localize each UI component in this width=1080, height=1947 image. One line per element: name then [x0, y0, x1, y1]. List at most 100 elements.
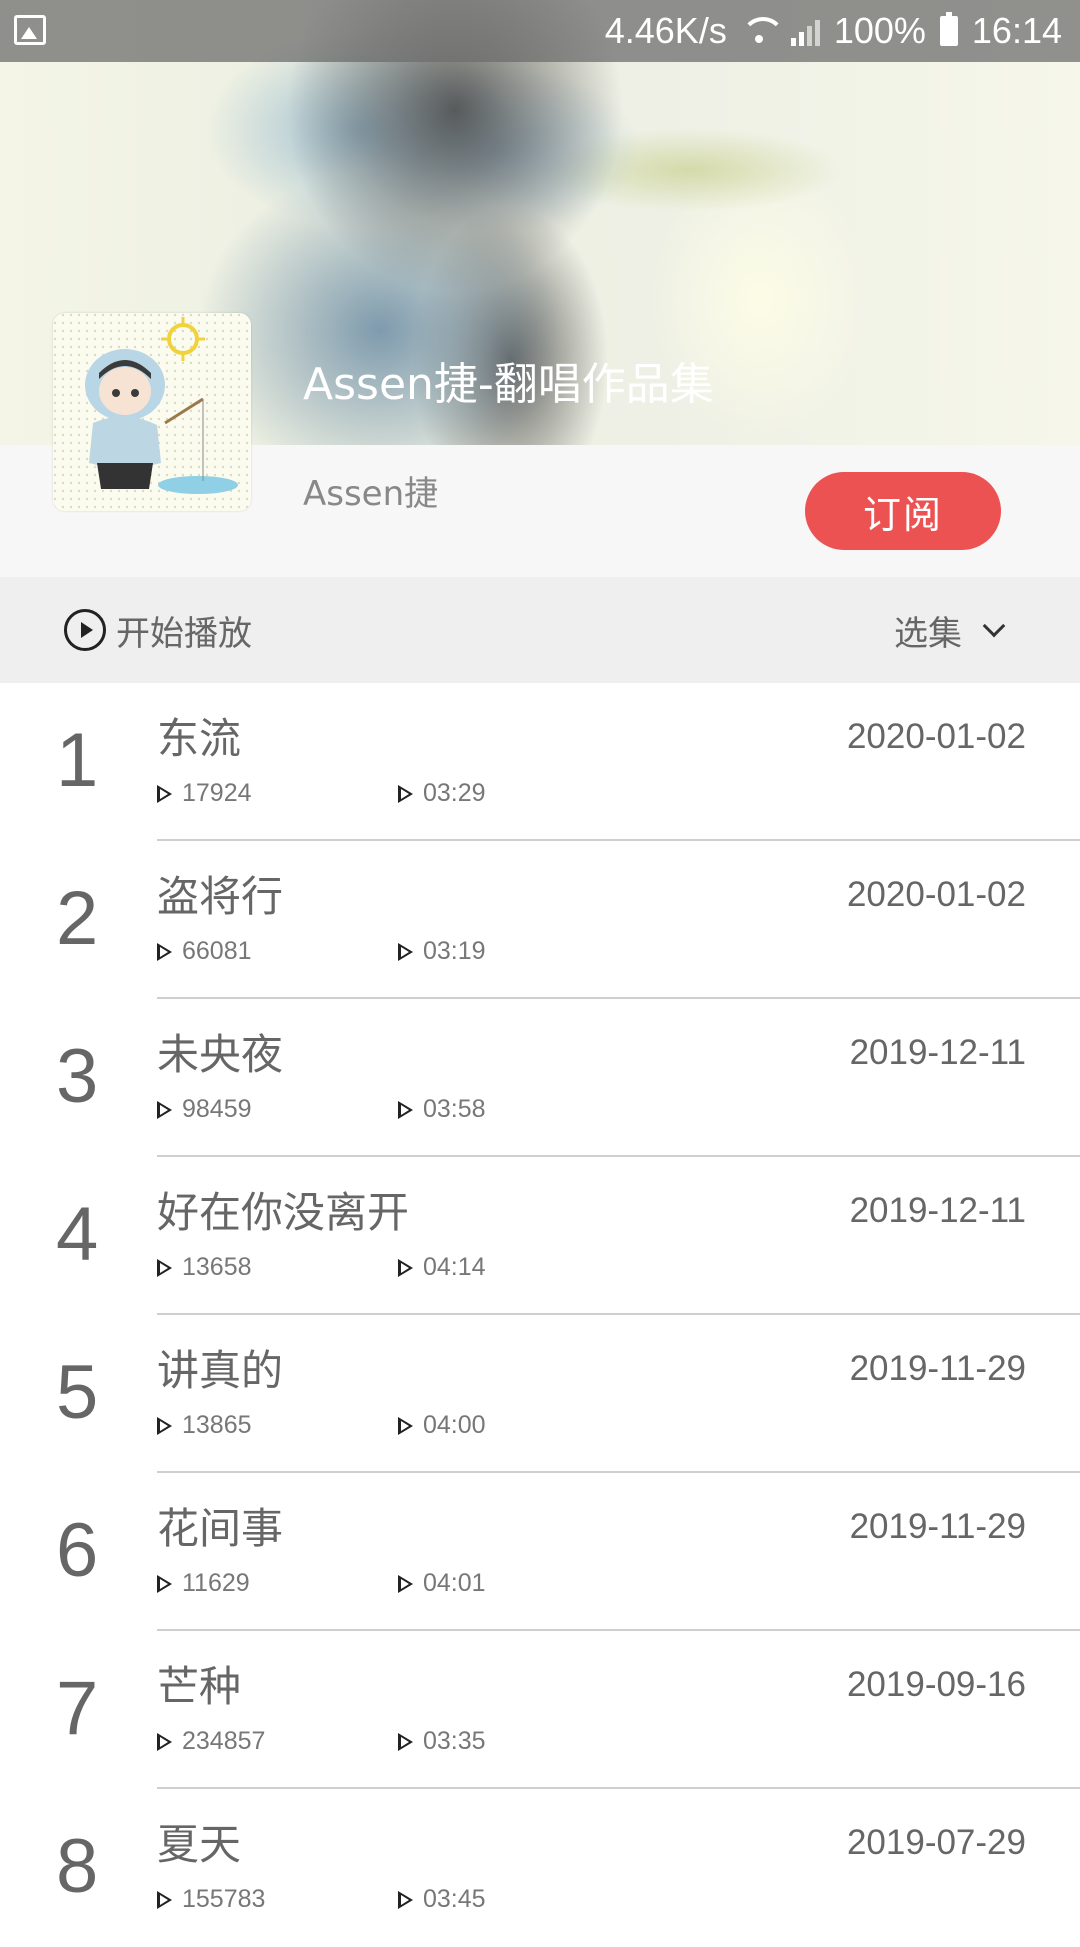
track-plays: 17924	[157, 779, 252, 808]
battery-percent: 100%	[833, 10, 926, 51]
album-cover-art	[53, 313, 251, 511]
track-title: 未央夜	[157, 1030, 284, 1079]
track-date: 2019-09-16	[846, 1665, 1026, 1704]
track-duration: 04:14	[398, 1253, 486, 1282]
track-index: 2	[56, 876, 99, 961]
play-count-icon	[157, 1574, 172, 1593]
track-plays: 11629	[157, 1569, 250, 1598]
play-count-icon	[157, 1732, 172, 1751]
duration-icon	[398, 942, 413, 961]
track-duration-value: 04:14	[423, 1253, 486, 1281]
track-row[interactable]: 2 盗将行 2020-01-02 66081 03:19	[0, 841, 1080, 999]
track-title: 东流	[157, 714, 242, 763]
duration-icon	[398, 1890, 413, 1909]
track-play-count: 11629	[182, 1569, 250, 1597]
track-date: 2019-11-29	[849, 1507, 1026, 1546]
status-indicators: 4.46K/s 100% 16:14	[605, 0, 1062, 62]
track-title: 夏天	[157, 1820, 242, 1869]
track-duration-value: 03:19	[423, 937, 486, 965]
duration-icon	[398, 784, 413, 803]
track-plays: 155783	[157, 1885, 265, 1914]
track-row[interactable]: 3 未央夜 2019-12-11 98459 03:58	[0, 999, 1080, 1157]
track-duration-value: 03:35	[423, 1727, 486, 1755]
track-row[interactable]: 8 夏天 2019-07-29 155783 03:45	[0, 1789, 1080, 1947]
track-index: 1	[56, 718, 99, 803]
clock: 16:14	[971, 10, 1062, 51]
subscribe-button[interactable]: 订阅	[805, 472, 1001, 550]
track-date: 2020-01-02	[846, 717, 1026, 756]
track-duration-value: 03:58	[423, 1095, 486, 1123]
track-list: 1 东流 2020-01-02 17924 03:29 2 盗将行 2020-0…	[0, 683, 1080, 1947]
play-count-icon	[157, 1416, 172, 1435]
track-index: 4	[56, 1192, 99, 1277]
track-duration: 04:00	[398, 1411, 486, 1440]
track-play-count: 17924	[182, 779, 252, 807]
track-duration: 04:01	[398, 1569, 486, 1598]
track-duration: 03:35	[398, 1727, 486, 1756]
track-duration: 03:45	[398, 1885, 486, 1914]
track-row[interactable]: 1 东流 2020-01-02 17924 03:29	[0, 683, 1080, 841]
play-count-icon	[157, 784, 172, 803]
track-index: 7	[56, 1666, 99, 1751]
play-count-icon	[157, 1100, 172, 1119]
track-play-count: 234857	[182, 1727, 266, 1755]
track-plays: 234857	[157, 1727, 265, 1756]
track-plays: 98459	[157, 1095, 252, 1124]
duration-icon	[398, 1416, 413, 1435]
track-duration-value: 04:01	[423, 1569, 486, 1597]
track-duration-value: 03:45	[423, 1885, 486, 1913]
track-duration: 03:19	[398, 937, 486, 966]
duration-icon	[398, 1574, 413, 1593]
duration-icon	[398, 1258, 413, 1277]
duration-icon	[398, 1100, 413, 1119]
track-play-count: 155783	[182, 1885, 266, 1913]
track-play-count: 98459	[182, 1095, 252, 1123]
track-play-count: 13865	[182, 1411, 252, 1439]
track-play-count: 66081	[182, 937, 252, 965]
play-count-icon	[157, 1890, 172, 1909]
playback-control-bar: 开始播放 选集	[0, 577, 1080, 683]
track-title: 芒种	[157, 1662, 242, 1711]
play-circle-icon	[64, 609, 106, 651]
wifi-icon	[740, 17, 785, 45]
chevron-down-icon	[982, 614, 1006, 638]
album-title: Assen捷-翻唱作品集	[303, 359, 714, 410]
track-duration-value: 04:00	[423, 1411, 486, 1439]
track-index: 5	[56, 1350, 99, 1435]
status-bar: 4.46K/s 100% 16:14	[0, 0, 1080, 62]
track-plays: 13865	[157, 1411, 252, 1440]
track-index: 6	[56, 1508, 99, 1593]
track-title: 花间事	[157, 1504, 284, 1553]
play-count-icon	[157, 1258, 172, 1277]
track-duration-value: 03:29	[423, 779, 486, 807]
track-play-count: 13658	[182, 1253, 252, 1281]
track-duration: 03:58	[398, 1095, 486, 1124]
track-row[interactable]: 7 芒种 2019-09-16 234857 03:35	[0, 1631, 1080, 1789]
track-row[interactable]: 6 花间事 2019-11-29 11629 04:01	[0, 1473, 1080, 1631]
track-date: 2019-12-11	[849, 1033, 1026, 1072]
album-cover[interactable]	[53, 313, 251, 511]
album-author[interactable]: Assen捷	[303, 466, 438, 515]
episodes-label: 选集	[894, 613, 962, 654]
episodes-select[interactable]: 选集	[894, 577, 1006, 683]
track-row[interactable]: 4 好在你没离开 2019-12-11 13658 04:14	[0, 1157, 1080, 1315]
duration-icon	[398, 1732, 413, 1751]
track-date: 2020-01-02	[846, 875, 1026, 914]
track-date: 2019-11-29	[849, 1349, 1026, 1388]
track-title: 好在你没离开	[157, 1188, 410, 1237]
track-duration: 03:29	[398, 779, 486, 808]
track-index: 3	[56, 1034, 99, 1119]
gallery-icon	[14, 15, 46, 45]
track-plays: 66081	[157, 937, 252, 966]
signal-icon	[790, 16, 820, 46]
track-date: 2019-07-29	[846, 1823, 1026, 1862]
play-count-icon	[157, 942, 172, 961]
track-index: 8	[56, 1824, 99, 1909]
track-row[interactable]: 5 讲真的 2019-11-29 13865 04:00	[0, 1315, 1080, 1473]
track-date: 2019-12-11	[849, 1191, 1026, 1230]
track-title: 讲真的	[157, 1346, 284, 1395]
network-speed: 4.46K/s	[604, 10, 727, 51]
battery-icon	[939, 12, 958, 46]
play-all-button[interactable]: 开始播放	[64, 577, 252, 683]
track-title: 盗将行	[157, 872, 284, 921]
